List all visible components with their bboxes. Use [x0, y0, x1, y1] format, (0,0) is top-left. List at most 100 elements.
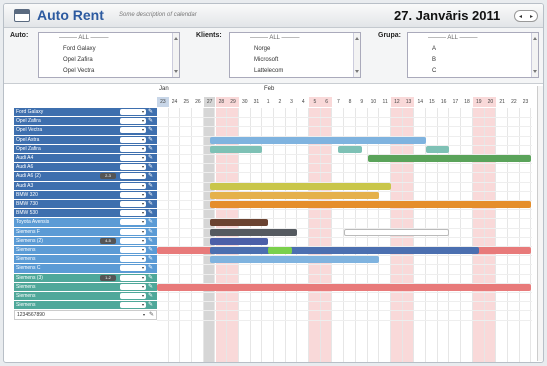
- day-cell[interactable]: 16: [438, 97, 450, 107]
- resource-select[interactable]: ▾: [120, 265, 146, 272]
- resource-select[interactable]: ▾: [120, 191, 146, 198]
- resource-row[interactable]: Siemens ▾ ✎: [14, 255, 157, 265]
- edit-icon[interactable]: ✎: [148, 237, 153, 245]
- resource-row[interactable]: Opel Zafira ▾ ✎: [14, 144, 157, 154]
- resource-select[interactable]: ▾: [120, 228, 146, 235]
- edit-icon[interactable]: ✎: [148, 136, 153, 144]
- day-cell[interactable]: 20: [484, 97, 497, 107]
- auto-filter-list[interactable]: ——— ALL ——— Ford Galaxy Opel Zafira Opel…: [38, 32, 180, 78]
- day-cell[interactable]: 2: [274, 97, 286, 107]
- day-cell[interactable]: 24: [169, 97, 181, 107]
- resource-select[interactable]: ▾: [120, 118, 146, 125]
- klients-filter-list[interactable]: ——— ALL ——— Norge Microsoft Lattelecom: [229, 32, 361, 78]
- booking-bar[interactable]: [209, 182, 391, 190]
- day-cell[interactable]: 6: [320, 97, 333, 107]
- booking-bar[interactable]: [209, 247, 479, 254]
- day-cell[interactable]: 26: [192, 97, 204, 107]
- day-cell[interactable]: 12: [391, 97, 403, 107]
- edit-icon[interactable]: ✎: [148, 172, 153, 180]
- day-cell[interactable]: 7: [333, 97, 345, 107]
- klients-option[interactable]: Norge: [230, 44, 360, 55]
- resource-select[interactable]: ▾: [120, 164, 146, 171]
- edit-icon[interactable]: ✎: [148, 200, 153, 208]
- resource-row[interactable]: Toyota Avensis ▾ ✎: [14, 218, 157, 228]
- auto-option[interactable]: Ford Galaxy: [39, 44, 179, 55]
- day-cell[interactable]: 29: [227, 97, 239, 107]
- day-cell[interactable]: 8: [344, 97, 356, 107]
- booking-bar[interactable]: [209, 201, 532, 208]
- grupa-option[interactable]: A: [408, 44, 538, 55]
- booking-bar[interactable]: [426, 145, 450, 153]
- day-cell[interactable]: 31: [251, 97, 263, 107]
- edit-icon[interactable]: ✎: [148, 145, 153, 153]
- resource-select[interactable]: ▾ 2-3: [100, 173, 146, 180]
- resource-select[interactable]: ▾: [120, 201, 146, 207]
- auto-option[interactable]: Opel Vectra: [39, 66, 179, 77]
- auto-filter-scrollbar[interactable]: [172, 33, 179, 77]
- day-cell[interactable]: 21: [496, 97, 508, 107]
- resource-row[interactable]: Audi A3 ▾ ✎: [14, 181, 157, 191]
- booking-bar[interactable]: [209, 136, 427, 144]
- booking-bar[interactable]: [209, 219, 269, 227]
- resource-select[interactable]: ▾: [120, 155, 146, 161]
- booking-bar[interactable]: [209, 237, 269, 245]
- resource-select[interactable]: ▾: [120, 302, 146, 309]
- resource-row[interactable]: Siemens (2) ▾ 4-5 ✎: [14, 236, 157, 246]
- resource-row[interactable]: BMW 530 ▾ ✎: [14, 209, 157, 219]
- resource-row[interactable]: Siemens F ▾ ✎: [14, 227, 157, 237]
- resource-row[interactable]: Siemens ▾ ✎: [14, 292, 157, 302]
- day-cell[interactable]: 27: [203, 97, 216, 107]
- day-cell[interactable]: 15: [426, 97, 438, 107]
- edit-icon[interactable]: ✎: [148, 218, 153, 226]
- day-cell[interactable]: 22: [508, 97, 520, 107]
- vertical-scrollbar[interactable]: [537, 86, 543, 361]
- resource-row[interactable]: Siemens ▾ ✎: [14, 301, 157, 311]
- booking-bar[interactable]: [367, 155, 532, 162]
- edit-icon[interactable]: ✎: [148, 255, 153, 263]
- day-cell[interactable]: 25: [180, 97, 192, 107]
- day-cell[interactable]: 23: [157, 97, 169, 107]
- edit-icon[interactable]: ✎: [148, 126, 153, 134]
- day-cell[interactable]: 10: [368, 97, 380, 107]
- day-cell[interactable]: 11: [379, 97, 391, 107]
- resource-row[interactable]: Audi A4 ▾ ✎: [14, 154, 157, 164]
- day-cell[interactable]: 14: [414, 97, 426, 107]
- booking-bar[interactable]: [209, 256, 380, 264]
- day-cell[interactable]: 18: [461, 97, 473, 107]
- resource-row[interactable]: BMW 730 ▾ ✎: [14, 200, 157, 210]
- resource-select[interactable]: ▾: [120, 210, 146, 217]
- day-cell[interactable]: 4: [297, 97, 309, 107]
- resource-select[interactable]: ▾: [120, 182, 146, 189]
- resource-row[interactable]: Opel Astra ▾ ✎: [14, 135, 157, 145]
- edit-icon[interactable]: ✎: [148, 283, 153, 291]
- booking-bar[interactable]: [344, 228, 450, 236]
- day-cell[interactable]: 28: [215, 97, 228, 107]
- edit-icon[interactable]: ✎: [148, 191, 153, 199]
- day-cell[interactable]: 19: [472, 97, 485, 107]
- grupa-option-all[interactable]: ——— ALL ———: [408, 33, 538, 44]
- klients-filter-scrollbar[interactable]: [353, 33, 360, 77]
- resource-select[interactable]: ▾ 4-5: [100, 237, 146, 244]
- day-cell[interactable]: 5: [309, 97, 321, 107]
- grupa-filter-scrollbar[interactable]: [531, 33, 538, 77]
- edit-icon[interactable]: ✎: [148, 292, 153, 300]
- resource-select[interactable]: ▾: [121, 312, 147, 319]
- resource-select[interactable]: ▾: [120, 127, 146, 134]
- resource-row[interactable]: Siemens ▾ ✎: [14, 282, 157, 292]
- klients-option-all[interactable]: ——— ALL ———: [230, 33, 360, 44]
- day-cell[interactable]: 23: [520, 97, 532, 107]
- auto-option-all[interactable]: ——— ALL ———: [39, 33, 179, 44]
- prev-arrow-icon[interactable]: ◂: [519, 13, 522, 20]
- resource-select[interactable]: ▾ 1-2: [100, 274, 146, 281]
- edit-icon[interactable]: ✎: [148, 246, 153, 254]
- edit-icon[interactable]: ✎: [148, 108, 153, 116]
- resource-select[interactable]: ▾: [120, 136, 146, 143]
- day-cell[interactable]: 9: [356, 97, 368, 107]
- auto-option[interactable]: Opel Zafira: [39, 55, 179, 66]
- resource-select[interactable]: ▾: [120, 145, 146, 152]
- edit-icon[interactable]: ✎: [148, 301, 153, 309]
- resource-select[interactable]: ▾: [120, 247, 146, 253]
- day-cell[interactable]: 30: [239, 97, 251, 107]
- edit-icon[interactable]: ✎: [148, 182, 153, 190]
- edit-icon[interactable]: ✎: [148, 154, 153, 162]
